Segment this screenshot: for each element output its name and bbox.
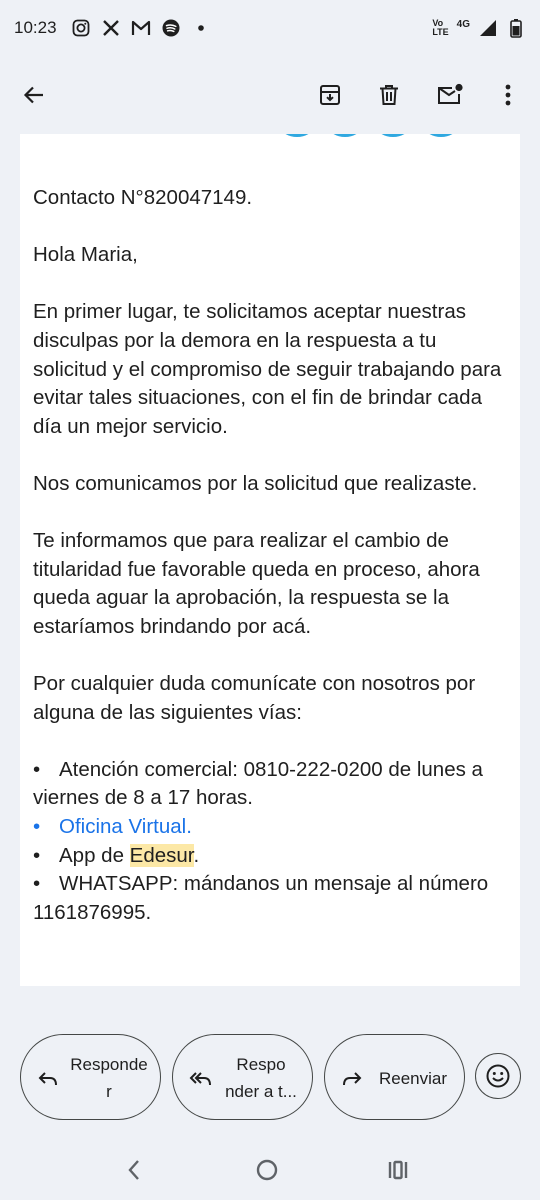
email-body-card: Contacto N°820047149. Hola Maria, En pri… [20,134,520,986]
list-item: • Oficina Virtual. [33,815,192,839]
email-body: Contacto N°820047149. Hola Maria, En pri… [33,184,513,927]
top-app-bar [0,56,540,134]
sender-logo-fragment [275,134,515,143]
gmail-icon [131,18,151,38]
network-gen: 4G [456,18,470,30]
nav-recents-icon[interactable] [380,1154,416,1186]
paragraph-apology: En primer lugar, te solicitamos aceptar … [33,300,502,438]
delete-icon[interactable] [367,73,411,117]
list-item: • Atención comercial: 0810-222-0200 de lu… [33,757,483,810]
spotify-icon [161,18,181,38]
archive-icon[interactable] [308,73,352,117]
oficina-virtual-link[interactable]: Oficina Virtual. [59,815,192,838]
battery-icon [506,18,526,38]
greeting: Hola Maria, [33,243,138,267]
nav-home-icon[interactable] [249,1154,285,1186]
status-bar: 10:23 Vo LTE 4G [0,0,540,56]
paragraph-status: Te informamos que para realizar el cambi… [33,529,480,638]
reply-all-button[interactable]: Respo nder a t... [172,1034,313,1120]
status-time: 10:23 [14,18,57,37]
forward-button[interactable]: Reenviar [324,1034,465,1120]
paragraph-contact-reason: Nos comunicamos por la solicitud que rea… [33,471,478,495]
system-navigation-bar [0,1140,540,1200]
contact-number: Contacto N°820047149. [33,186,253,209]
paragraph-channels: Por cualquier duda comunícate con nosotr… [33,672,476,724]
smiley-icon [486,1064,510,1088]
nav-back-icon[interactable] [116,1154,152,1186]
list-item: • App de Edesur. [33,843,200,867]
signal-icon [478,18,498,38]
forward-icon [341,1068,363,1090]
list-item: • WHATSAPP: mándanos un mensaje al número… [33,872,489,924]
network-type: Vo LTE [432,18,449,37]
instagram-icon [71,18,91,38]
reply-button[interactable]: Responde r [20,1034,161,1120]
emoji-react-button[interactable] [475,1053,521,1099]
search-highlight: Edesur [129,843,194,867]
mark-unread-icon[interactable] [428,73,472,117]
reply-icon [37,1068,59,1090]
contact-channels-list: • Atención comercial: 0810-222-0200 de lu… [33,756,513,928]
dot-icon [191,18,211,38]
back-arrow-icon[interactable] [12,73,56,117]
x-icon [101,18,121,38]
reply-actions: Responde r Respo nder a t... Reenviar [0,1030,540,1122]
more-vert-icon[interactable] [486,73,530,117]
reply-all-icon [189,1068,211,1090]
